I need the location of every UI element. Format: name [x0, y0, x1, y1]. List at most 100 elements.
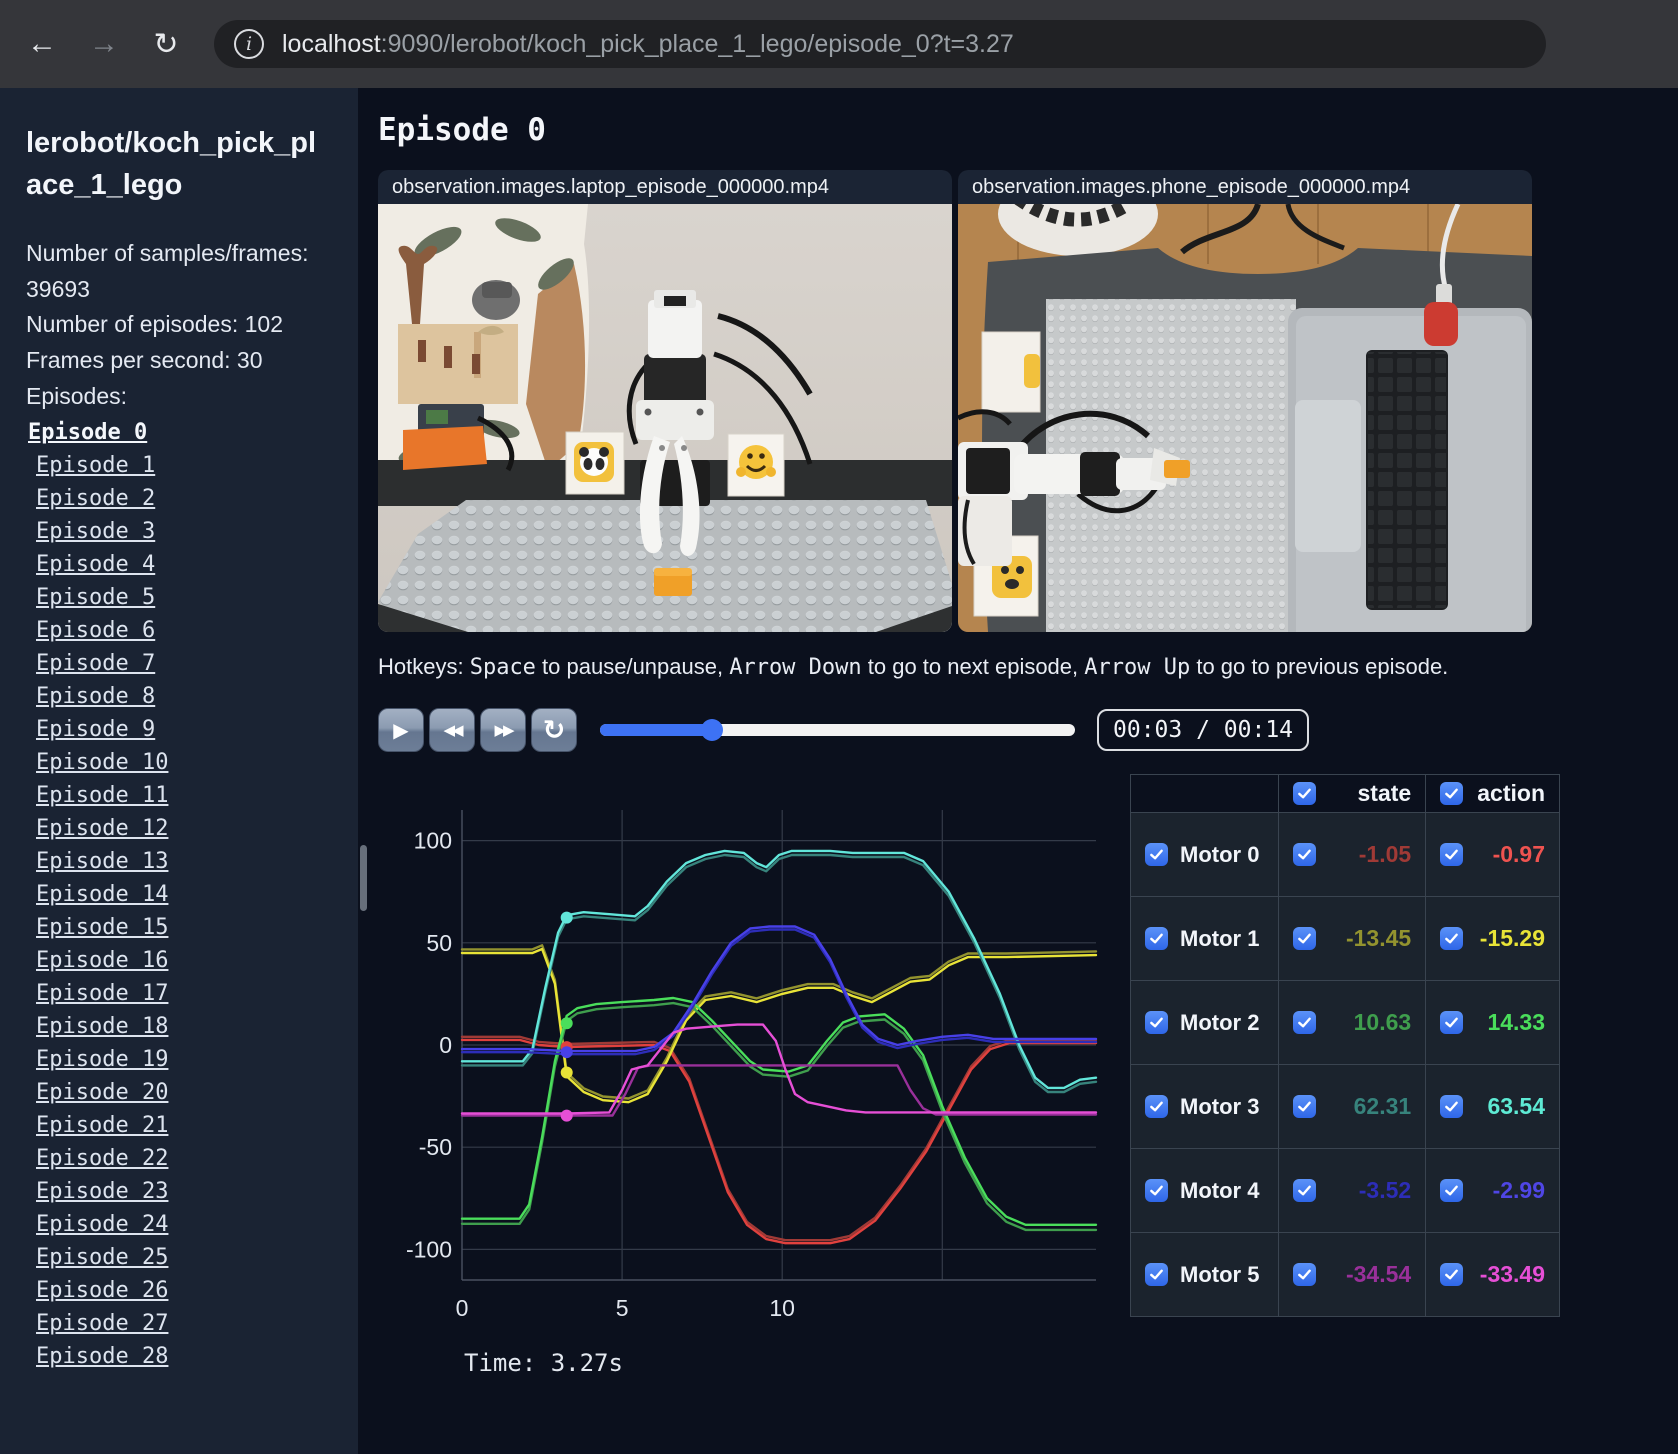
sidebar-episode-link-22[interactable]: Episode 22: [36, 1142, 332, 1175]
motor-5-state-checkbox[interactable]: [1292, 1263, 1316, 1286]
motor-chart-canvas[interactable]: -100 -50 0 50 100 0 5 10: [378, 780, 1110, 1340]
sidebar-episode-link-24[interactable]: Episode 24: [36, 1208, 332, 1241]
seek-slider-thumb[interactable]: [700, 719, 723, 741]
sidebar-episode-link-14[interactable]: Episode 14: [36, 878, 332, 911]
sidebar-episode-link-18[interactable]: Episode 18: [36, 1010, 332, 1043]
motor-3-checkbox[interactable]: [1145, 1095, 1168, 1118]
video-frame-phone[interactable]: [958, 204, 1532, 632]
motor-5-checkbox[interactable]: [1145, 1263, 1168, 1286]
sidebar-episode-link-1[interactable]: Episode 1: [36, 449, 332, 482]
sidebar-episode-link-28[interactable]: Episode 28: [36, 1340, 332, 1373]
current-time-marker-motor-3: [560, 911, 573, 924]
sidebar-episode-link-0[interactable]: Episode 0: [28, 416, 332, 449]
motor-2-action-value: 14.33: [1487, 1009, 1545, 1035]
motor-3-action-checkbox[interactable]: [1440, 1095, 1464, 1118]
loop-button[interactable]: ↻: [531, 708, 577, 752]
sidebar-episode-link-23[interactable]: Episode 23: [36, 1175, 332, 1208]
sidebar-episode-link-27[interactable]: Episode 27: [36, 1307, 332, 1340]
address-bar[interactable]: i localhost:9090/lerobot/koch_pick_place…: [214, 20, 1546, 68]
motor-3-state-checkbox[interactable]: [1292, 1095, 1316, 1118]
sidebar-episode-link-13[interactable]: Episode 13: [36, 845, 332, 878]
motor-3-label: Motor 3: [1180, 1093, 1260, 1119]
fast-forward-button[interactable]: ▶▶: [480, 708, 526, 752]
motor-0-action-checkbox[interactable]: [1440, 843, 1464, 866]
sidebar-episode-link-12[interactable]: Episode 12: [36, 812, 332, 845]
loop-icon: ↻: [542, 714, 566, 745]
sidebar-episode-link-2[interactable]: Episode 2: [36, 482, 332, 515]
seek-slider-fill: [600, 724, 712, 736]
action-column-checkbox[interactable]: [1440, 782, 1464, 805]
motor-5-action-checkbox[interactable]: [1440, 1263, 1464, 1286]
motor-0-checkbox[interactable]: [1145, 843, 1168, 866]
sidebar-episode-link-25[interactable]: Episode 25: [36, 1241, 332, 1274]
motor-4-checkbox[interactable]: [1145, 1179, 1168, 1202]
sidebar-episode-link-26[interactable]: Episode 26: [36, 1274, 332, 1307]
motor-row-0: Motor 0 -1.05 -0.97: [1130, 812, 1560, 897]
current-time-marker-motor-4: [560, 1046, 573, 1059]
motor-5-label: Motor 5: [1180, 1261, 1260, 1287]
hotkey-text-1: to go to next episode,: [861, 654, 1085, 679]
current-time-marker-motor-1: [560, 1066, 573, 1079]
sidebar-episode-link-11[interactable]: Episode 11: [36, 779, 332, 812]
motor-row-3: Motor 3 62.31 63.54: [1130, 1064, 1560, 1149]
video-frame-laptop[interactable]: [378, 204, 952, 632]
site-info-icon[interactable]: i: [234, 29, 264, 59]
sidebar-episode-link-8[interactable]: Episode 8: [36, 680, 332, 713]
sidebar-episode-link-7[interactable]: Episode 7: [36, 647, 332, 680]
motor-row-1: Motor 1 -13.45 -15.29: [1130, 896, 1560, 981]
state-column-header: state: [1357, 780, 1412, 806]
motor-2-state-checkbox[interactable]: [1292, 1011, 1316, 1034]
state-column-checkbox[interactable]: [1292, 782, 1316, 805]
rewind-button[interactable]: ◀◀: [429, 708, 475, 752]
reload-icon[interactable]: ↻: [144, 22, 188, 66]
video-row: observation.images.laptop_episode_000000…: [378, 170, 1678, 632]
bottom-row: -100 -50 0 50 100 0 5 10 Time: 3.27s state actio…: [378, 774, 1678, 1377]
motor-row-4: Motor 4 -3.52 -2.99: [1130, 1148, 1560, 1233]
main-content: Episode 0 observation.images.laptop_epis…: [358, 88, 1678, 1454]
sidebar-episode-link-20[interactable]: Episode 20: [36, 1076, 332, 1109]
motor-2-label: Motor 2: [1180, 1009, 1260, 1035]
sidebar-episode-link-6[interactable]: Episode 6: [36, 614, 332, 647]
sidebar-episode-link-4[interactable]: Episode 4: [36, 548, 332, 581]
motor-0-state-checkbox[interactable]: [1292, 843, 1316, 866]
sidebar-episode-link-3[interactable]: Episode 3: [36, 515, 332, 548]
x-tick-10: 10: [769, 1295, 795, 1321]
play-button[interactable]: ▶: [378, 708, 424, 752]
motor-1-state-checkbox[interactable]: [1292, 927, 1316, 950]
page-title: Episode 0: [378, 112, 546, 148]
sidebar-episode-link-9[interactable]: Episode 9: [36, 713, 332, 746]
motor-1-label: Motor 1: [1180, 925, 1260, 951]
chart-panel: -100 -50 0 50 100 0 5 10 Time: 3.27s: [378, 780, 1110, 1377]
video-panel-laptop: observation.images.laptop_episode_000000…: [378, 170, 952, 632]
motor-2-action-checkbox[interactable]: [1440, 1011, 1464, 1034]
sidebar-episode-link-5[interactable]: Episode 5: [36, 581, 332, 614]
x-tick-0: 0: [456, 1295, 469, 1321]
sidebar-episode-link-10[interactable]: Episode 10: [36, 746, 332, 779]
fast-forward-icon: ▶▶: [494, 722, 514, 739]
motor-1-action-checkbox[interactable]: [1440, 927, 1464, 950]
chart-time-label: Time: 3.27s: [464, 1349, 623, 1377]
sidebar-episode-link-17[interactable]: Episode 17: [36, 977, 332, 1010]
motor-1-state-value: -13.45: [1345, 925, 1412, 951]
hotkey-key-1: Arrow Down: [729, 655, 862, 680]
sidebar-episode-link-19[interactable]: Episode 19: [36, 1043, 332, 1076]
seek-slider[interactable]: [600, 719, 1075, 741]
video-title-phone: observation.images.phone_episode_000000.…: [958, 170, 1532, 204]
forward-icon[interactable]: →: [82, 22, 126, 66]
sidebar-episode-link-16[interactable]: Episode 16: [36, 944, 332, 977]
back-icon[interactable]: ←: [20, 22, 64, 66]
y-tick-100: 100: [414, 828, 452, 854]
motor-2-state-value: 10.63: [1353, 1009, 1412, 1035]
y-tick-50: 50: [426, 930, 452, 956]
motor-4-state-checkbox[interactable]: [1292, 1179, 1316, 1202]
motor-2-checkbox[interactable]: [1145, 1011, 1168, 1034]
sidebar-episode-link-21[interactable]: Episode 21: [36, 1109, 332, 1142]
hotkey-key-0: Space: [469, 655, 536, 680]
motor-1-checkbox[interactable]: [1145, 927, 1168, 950]
current-time-marker-motor-2: [560, 1017, 573, 1030]
sidebar-episode-link-15[interactable]: Episode 15: [36, 911, 332, 944]
y-tick-0: 0: [439, 1032, 452, 1058]
motor-4-action-checkbox[interactable]: [1440, 1179, 1464, 1202]
current-time-marker-motor-5: [560, 1109, 573, 1122]
motor-row-2: Motor 2 10.63 14.33: [1130, 980, 1560, 1065]
